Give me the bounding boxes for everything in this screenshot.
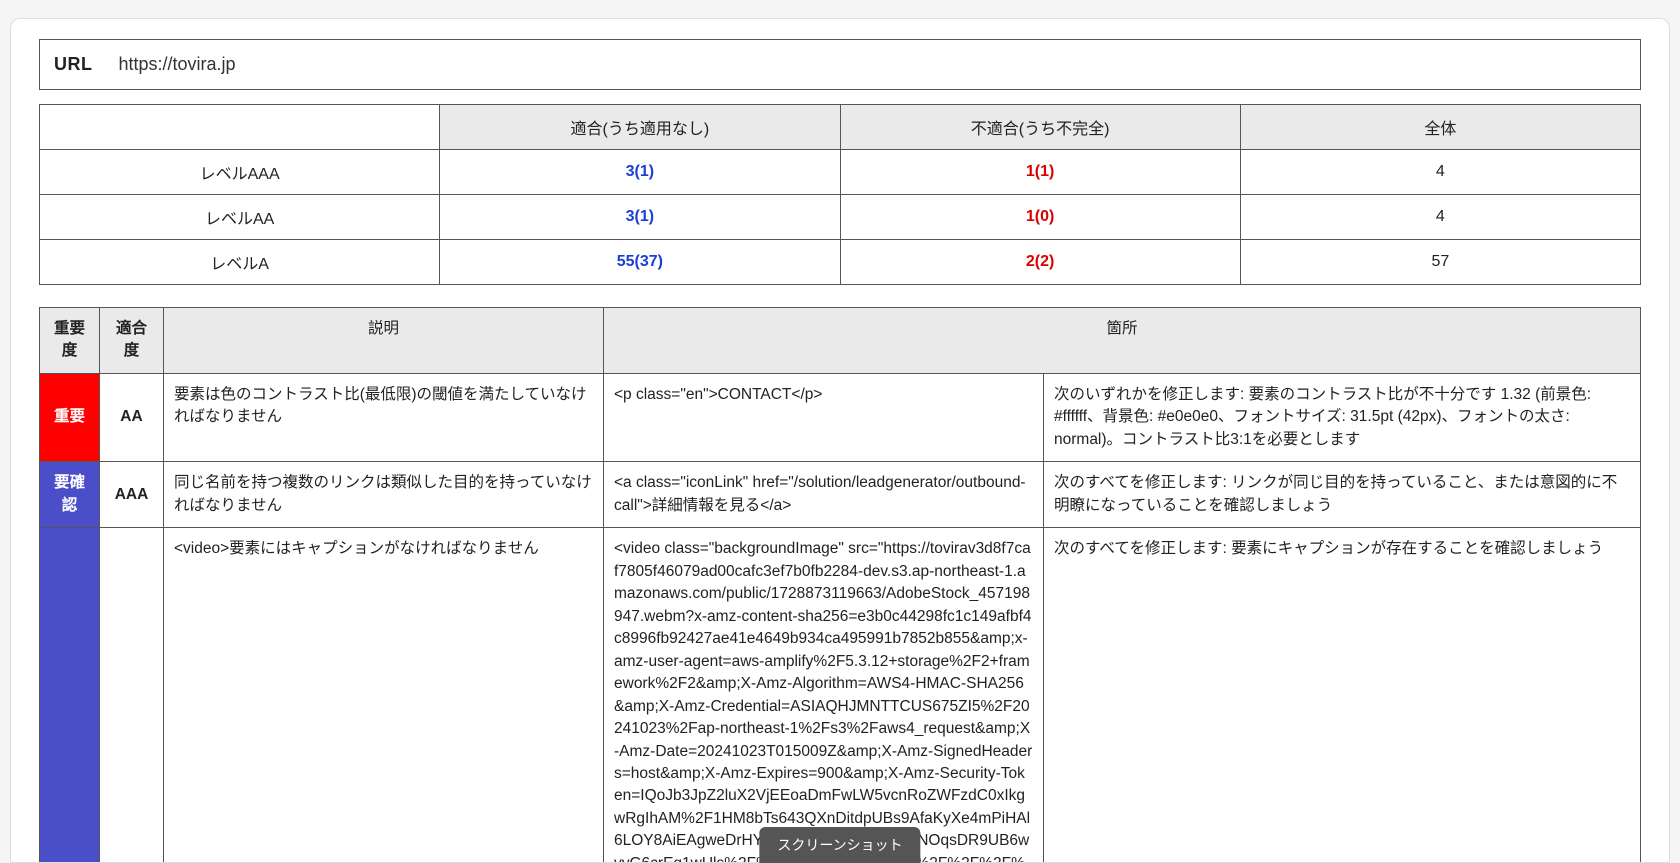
summary-header-pass: 適合(うち適用なし) [440,105,840,150]
issue-importance: 重要 [40,373,100,461]
summary-header-total: 全体 [1240,105,1640,150]
summary-pass: 3(1) [440,195,840,240]
summary-row: レベルAAA 3(1) 1(1) 4 [40,150,1641,195]
issue-fix: 次のいずれかを修正します: 要素のコントラスト比が不十分です 1.32 (前景色… [1044,373,1641,461]
screenshot-button[interactable]: スクリーンショット [759,827,920,863]
summary-header-fail: 不適合(うち不完全) [840,105,1240,150]
issue-level [100,528,164,863]
issues-header-description: 説明 [164,308,604,374]
issues-header-level: 適合度 [100,308,164,374]
summary-pass: 3(1) [440,150,840,195]
summary-total: 57 [1240,240,1640,285]
issue-importance [40,528,100,863]
issues-header-importance: 重要度 [40,308,100,374]
issue-location: <p class="en">CONTACT</p> [604,373,1044,461]
issue-row: 重要 AA 要素は色のコントラスト比(最低限)の閾値を満たしていなければなりませ… [40,373,1641,461]
summary-total: 4 [1240,195,1640,240]
issue-location: <a class="iconLink" href="/solution/lead… [604,462,1044,528]
issues-header-location: 箇所 [604,308,1641,374]
issue-row: <video>要素にはキャプションがなければなりません <video class… [40,528,1641,863]
issue-fix: 次のすべてを修正します: リンクが同じ目的を持っていること、または意図的に不明瞭… [1044,462,1641,528]
summary-table: 適合(うち適用なし) 不適合(うち不完全) 全体 レベルAAA 3(1) 1(1… [39,104,1641,285]
summary-fail: 1(0) [840,195,1240,240]
summary-level: レベルA [40,240,440,285]
issue-importance: 要確認 [40,462,100,528]
summary-row: レベルA 55(37) 2(2) 57 [40,240,1641,285]
issue-level: AA [100,373,164,461]
issue-row: 要確認 AAA 同じ名前を持つ複数のリンクは類似した目的を持っていなければなりま… [40,462,1641,528]
url-value: https://tovira.jp [119,54,236,75]
summary-pass: 55(37) [440,240,840,285]
url-box: URL https://tovira.jp [39,39,1641,90]
summary-fail: 2(2) [840,240,1240,285]
issues-table: 重要度 適合度 説明 箇所 重要 AA 要素は色のコントラスト比(最低限)の閾値… [39,307,1641,863]
summary-header-empty [40,105,440,150]
summary-level: レベルAAA [40,150,440,195]
issue-fix: 次のすべてを修正します: 要素にキャプションが存在することを確認しましょう [1044,528,1641,863]
summary-total: 4 [1240,150,1640,195]
summary-row: レベルAA 3(1) 1(0) 4 [40,195,1641,240]
issue-location: <video class="backgroundImage" src="http… [604,528,1044,863]
issue-description: 要素は色のコントラスト比(最低限)の閾値を満たしていなければなりません [164,373,604,461]
issue-level: AAA [100,462,164,528]
summary-level: レベルAA [40,195,440,240]
summary-fail: 1(1) [840,150,1240,195]
issue-description: <video>要素にはキャプションがなければなりません [164,528,604,863]
report-page: URL https://tovira.jp 適合(うち適用なし) 不適合(うち不… [10,18,1670,863]
issue-description: 同じ名前を持つ複数のリンクは類似した目的を持っていなければなりません [164,462,604,528]
url-label: URL [54,54,93,75]
